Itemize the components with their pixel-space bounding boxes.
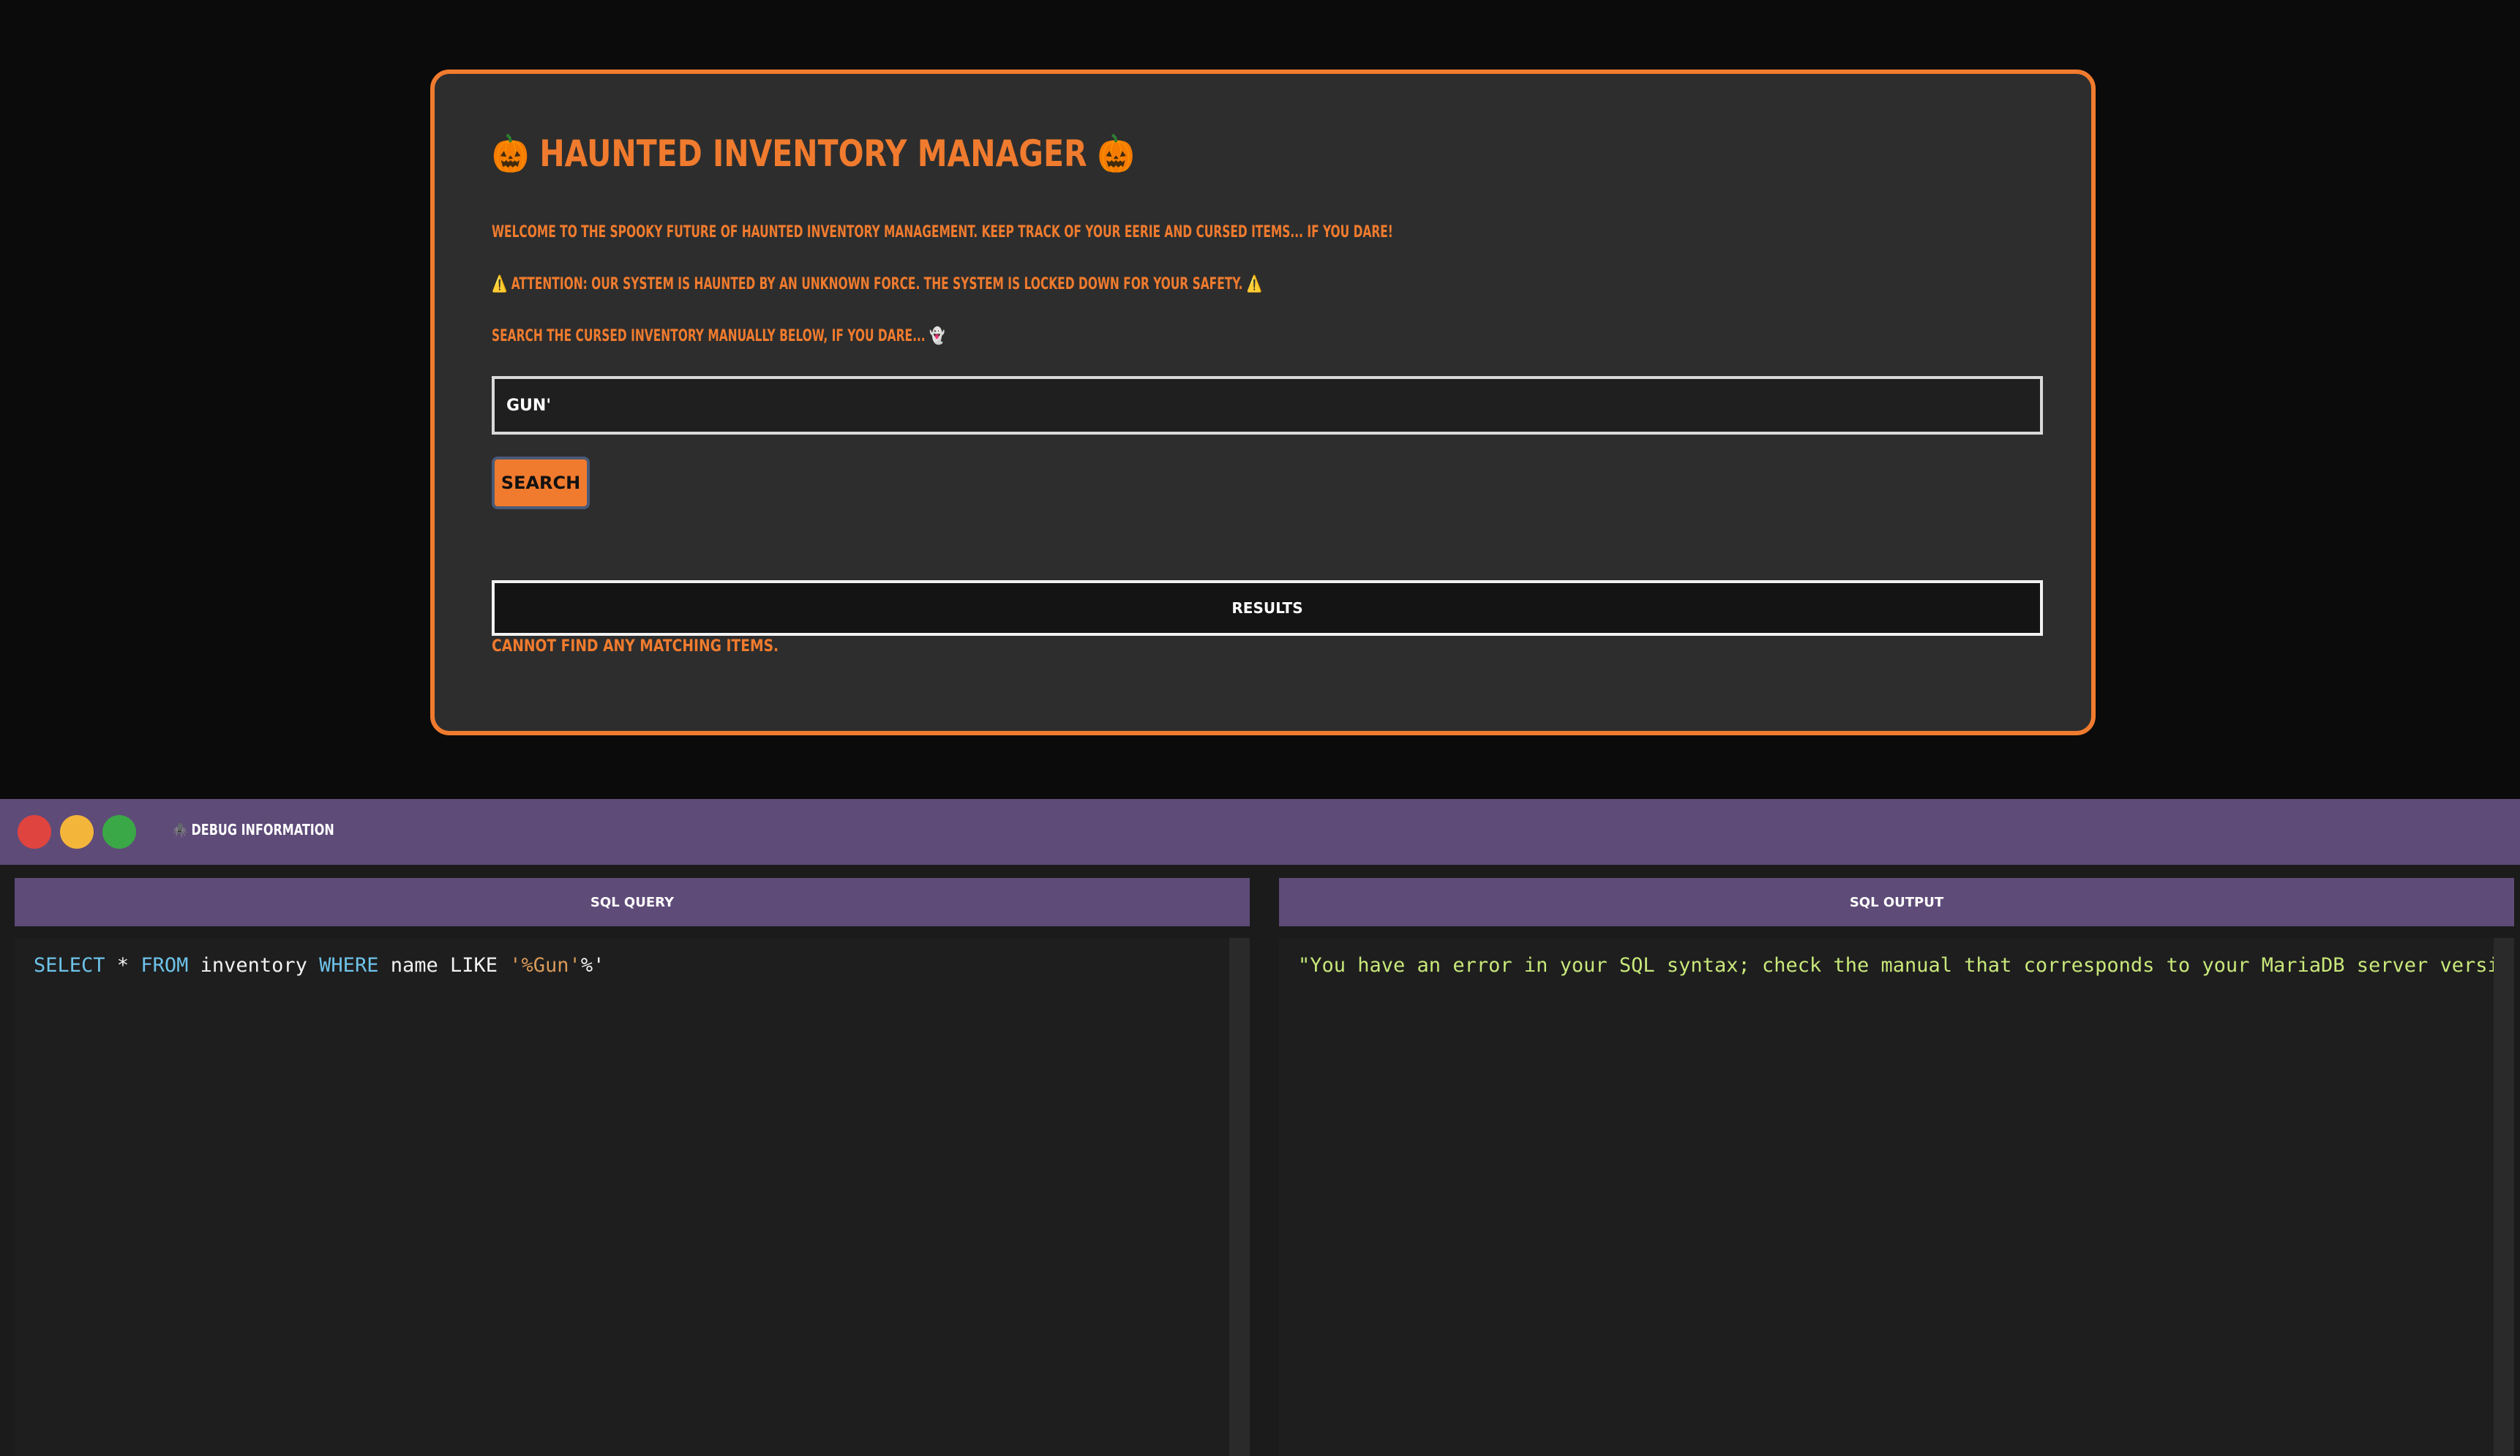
results-header: Results (492, 580, 2043, 636)
debug-title: 🕷️ Debug Information (173, 821, 334, 838)
sql-output-text: "You have an error in your SQL syntax; c… (1298, 954, 2514, 977)
no-results-message: Cannot find any matching items. (492, 637, 779, 656)
minimize-window-button[interactable] (60, 815, 94, 849)
welcome-text: Welcome to the spooky future of haunted … (492, 223, 1393, 241)
sql-token: SELECT (34, 954, 105, 977)
sql-token: FROM (140, 954, 189, 977)
sql-output-scrollbar[interactable] (2494, 938, 2514, 1456)
sql-output-panel[interactable]: "You have an error in your SQL syntax; c… (1279, 938, 2514, 1456)
inventory-card: 🎃 HAUNTED INVENTORY MANAGER 🎃 Welcome to… (430, 70, 2096, 735)
search-hint: Search the cursed inventory manually bel… (492, 327, 945, 345)
sql-token: inventory (188, 954, 320, 977)
warning-icon: ⚠️ (1246, 275, 1263, 293)
sql-token: * (105, 954, 141, 977)
sql-query-panel[interactable]: SELECT * FROM inventory WHERE name LIKE … (15, 938, 1250, 1456)
debug-title-bar: 🕷️ Debug Information (0, 799, 2520, 865)
sql-query-header: SQL Query (15, 878, 1250, 926)
page: 🎃 HAUNTED INVENTORY MANAGER 🎃 Welcome to… (0, 0, 2520, 1456)
sql-query-scrollbar[interactable] (1229, 938, 1250, 1456)
sql-output-header: SQL Output (1279, 878, 2514, 926)
attention-notice: ⚠️ Attention: Our system is haunted by a… (492, 275, 1262, 293)
warning-icon: ⚠️ (492, 275, 508, 293)
debug-panel: 🕷️ Debug Information SQL Query SQL Outpu… (0, 799, 2520, 1456)
attention-text: Attention: Our system is haunted by an u… (511, 275, 1243, 293)
search-button[interactable]: Search (492, 457, 590, 509)
page-title: 🎃 HAUNTED INVENTORY MANAGER 🎃 (492, 132, 1135, 175)
sql-token: %' (580, 954, 605, 977)
maximize-window-button[interactable] (102, 815, 136, 849)
sql-token: '%Gun' (509, 954, 581, 977)
sql-token: WHERE (319, 954, 379, 977)
sql-token: name LIKE (378, 954, 510, 977)
search-input[interactable] (492, 376, 2043, 435)
close-window-button[interactable] (18, 815, 51, 849)
